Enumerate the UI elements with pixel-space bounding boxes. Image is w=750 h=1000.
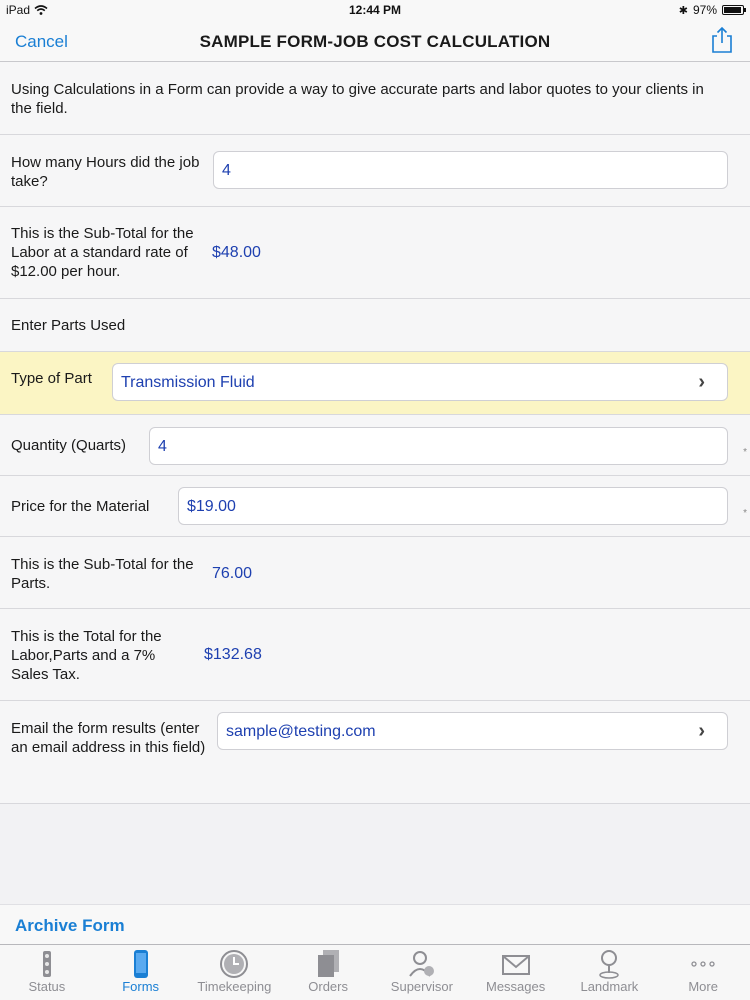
- status-bar: iPad 12:44 PM ✱ 97%: [0, 0, 750, 20]
- intro-text: Using Calculations in a Form can provide…: [11, 81, 704, 117]
- tab-label: Messages: [486, 979, 546, 994]
- price-input[interactable]: $19.00: [178, 487, 728, 525]
- tab-bar: Status Forms Timekeeping Orders Supervis…: [0, 944, 750, 1000]
- archive-form-button[interactable]: Archive Form: [15, 916, 125, 936]
- page-title: SAMPLE FORM-JOB COST CALCULATION: [199, 32, 551, 51]
- tab-label: Landmark: [580, 979, 639, 994]
- quantity-row: Quantity (Quarts) 4 *: [0, 415, 750, 476]
- supervisor-icon: [409, 951, 434, 977]
- parts-heading: Enter Parts Used: [11, 317, 126, 334]
- tab-label: Status: [28, 979, 66, 994]
- tab-label: Forms: [122, 979, 160, 994]
- clock-icon: [220, 950, 249, 978]
- tab-label: Supervisor: [390, 979, 453, 994]
- tab-landmark[interactable]: Landmark: [563, 945, 657, 1000]
- tab-orders[interactable]: Orders: [281, 945, 375, 1000]
- job-cost-form: Using Calculations in a Form can provide…: [0, 62, 750, 804]
- labor-subtotal-row: This is the Sub-Total for the Labor at a…: [0, 207, 750, 299]
- total-row: This is the Total for the Labor,Parts an…: [0, 609, 750, 701]
- tab-timekeeping[interactable]: Timekeeping: [188, 945, 282, 1000]
- archive-bar: Archive Form: [0, 904, 750, 944]
- tab-more[interactable]: More: [656, 945, 750, 1000]
- email-row: Email the form results (enter an email a…: [0, 701, 750, 804]
- tab-messages[interactable]: Messages: [469, 945, 563, 1000]
- tab-label: Timekeeping: [197, 979, 272, 994]
- tab-status[interactable]: Status: [0, 945, 94, 1000]
- part-type-select[interactable]: Transmission Fluid ›: [112, 363, 728, 401]
- quantity-input[interactable]: 4: [149, 427, 728, 465]
- email-value: sample@testing.com: [226, 722, 376, 740]
- share-icon[interactable]: [710, 26, 734, 54]
- intro-row: Using Calculations in a Form can provide…: [0, 62, 750, 135]
- part-type-label: Type of Part: [11, 370, 92, 387]
- required-star-icon: *: [743, 508, 747, 519]
- navigation-bar: Cancel SAMPLE FORM-JOB COST CALCULATION: [0, 20, 750, 62]
- hours-input[interactable]: 4: [213, 151, 728, 189]
- documents-icon: [318, 950, 340, 977]
- part-type-row: Type of Part Transmission Fluid ›: [0, 352, 750, 415]
- total-label: This is the Total for the Labor,Parts an…: [11, 628, 162, 683]
- email-select[interactable]: sample@testing.com ›: [217, 712, 728, 750]
- bluetooth-icon: ✱: [678, 4, 688, 17]
- tab-label: More: [688, 979, 718, 994]
- hours-label: How many Hours did the job take?: [11, 154, 200, 190]
- quantity-label: Quantity (Quarts): [11, 437, 127, 454]
- parts-subtotal-label: This is the Sub-Total for the Parts.: [11, 556, 194, 592]
- chevron-right-icon: ›: [698, 370, 705, 393]
- status-time: 12:44 PM: [348, 3, 402, 17]
- parts-heading-row: Enter Parts Used: [0, 299, 750, 352]
- status-right: ✱ 97%: [678, 3, 746, 17]
- tab-forms[interactable]: Forms: [94, 945, 188, 1000]
- price-label: Price for the Material: [11, 498, 150, 515]
- parts-subtotal-row: This is the Sub-Total for the Parts. 76.…: [0, 537, 750, 609]
- chevron-right-icon: ›: [698, 719, 705, 742]
- hours-row: How many Hours did the job take? 4: [0, 135, 750, 207]
- labor-subtotal-value: $48.00: [212, 244, 261, 261]
- labor-subtotal-label: This is the Sub-Total for the Labor at a…: [11, 225, 194, 280]
- required-star-icon: *: [743, 447, 747, 458]
- part-type-value: Transmission Fluid: [121, 373, 255, 391]
- phone-forms-icon: [133, 950, 148, 978]
- pin-icon: [599, 950, 620, 979]
- envelope-icon: [501, 955, 530, 975]
- tab-supervisor[interactable]: Supervisor: [375, 945, 469, 1000]
- tab-label: Orders: [308, 979, 348, 994]
- total-value: $132.68: [204, 646, 262, 663]
- price-row: Price for the Material $19.00 *: [0, 476, 750, 537]
- battery-percent: 97%: [692, 3, 717, 17]
- email-label: Email the form results (enter an email a…: [11, 720, 206, 756]
- battery-icon: [722, 5, 746, 15]
- traffic-light-icon: [42, 951, 51, 977]
- more-dots-icon: [691, 961, 715, 967]
- parts-subtotal-value: 76.00: [212, 565, 253, 582]
